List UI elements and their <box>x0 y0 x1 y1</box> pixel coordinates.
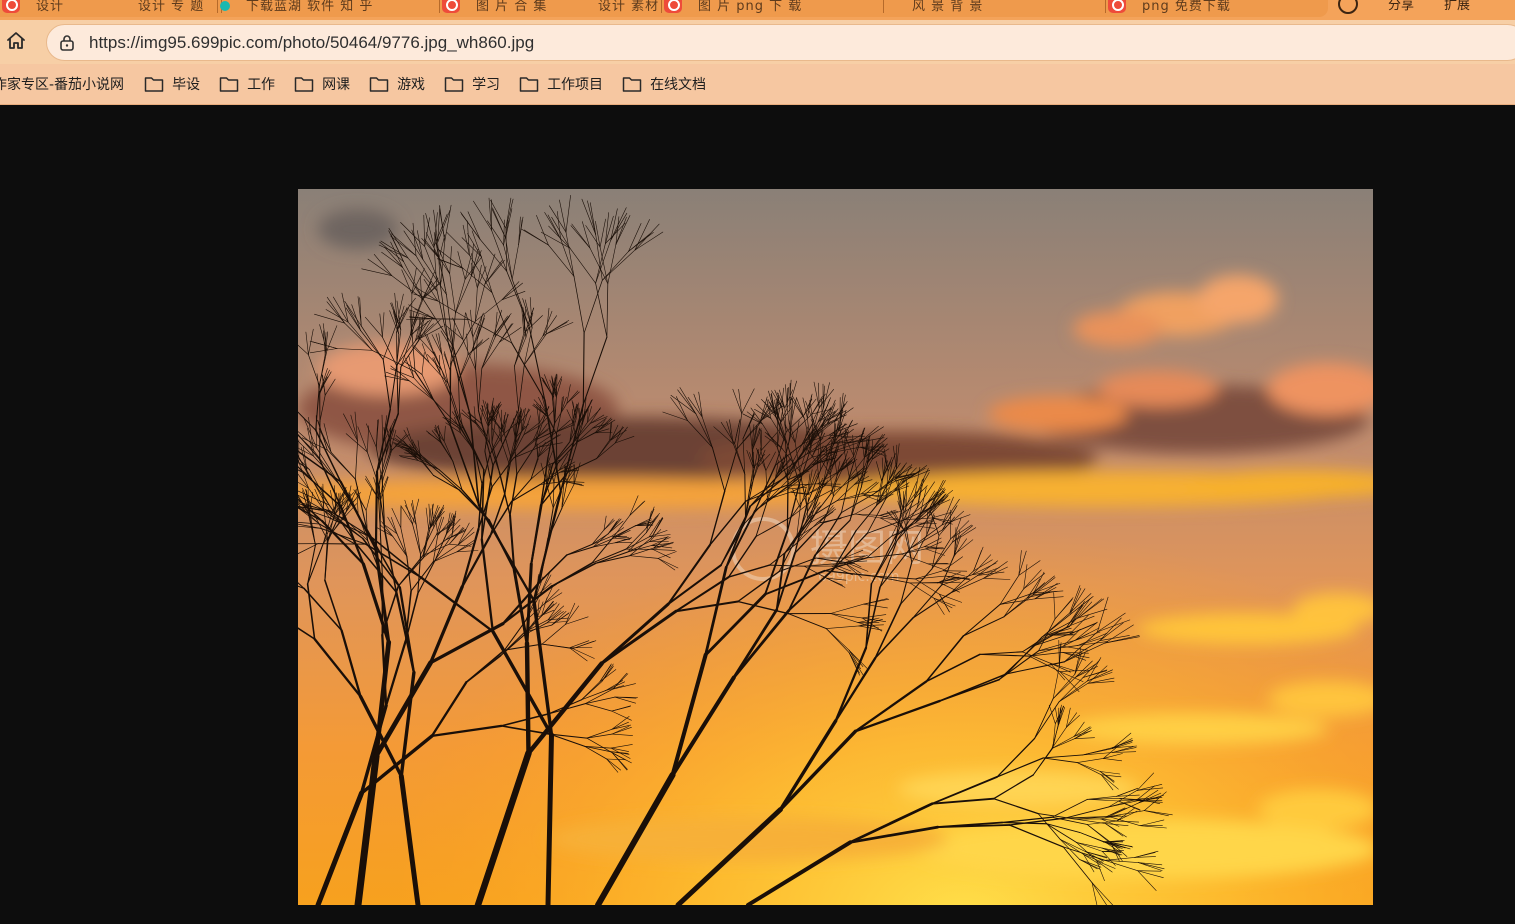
bookmark-label: 在线文档 <box>650 77 707 93</box>
address-url[interactable]: https://img95.699pic.com/photo/50464/977… <box>89 33 534 53</box>
extensions-button[interactable]: 扩展 <box>1444 0 1470 13</box>
bookmark-label: 学习 <box>472 77 501 93</box>
bookmark-label: 工作 <box>247 77 276 93</box>
site-info-lock-icon[interactable] <box>57 33 77 53</box>
tab-label: 设计 素材 <box>598 0 660 14</box>
bookmarks-bar: 作家专区-番茄小说网 毕设 工作 网课 游戏 学习 工作项目 在线文档 <box>0 64 1515 105</box>
globe-icon[interactable] <box>1338 0 1358 14</box>
browser-tab[interactable]: 图 片 png 下 载 <box>662 0 884 15</box>
browser-tab[interactable]: 设计 专 题 <box>110 0 218 15</box>
bookmark-label: 游戏 <box>397 77 426 93</box>
bookmark-folder[interactable]: 在线文档 <box>622 71 706 97</box>
browser-tab[interactable]: 设计 素材 <box>570 0 662 15</box>
share-button[interactable]: 分享 <box>1388 0 1414 13</box>
branch <box>545 732 554 905</box>
tab-label: 图 片 png 下 载 <box>698 0 803 14</box>
tab-favicon-icon <box>442 0 460 13</box>
folder-icon <box>622 77 642 92</box>
folder-icon <box>219 77 239 92</box>
bookmark-folder[interactable]: 毕设 <box>144 71 200 97</box>
home-icon[interactable] <box>4 29 28 53</box>
address-bar[interactable]: https://img95.699pic.com/photo/50464/977… <box>46 24 1515 61</box>
tab-label: 下载蓝湖 软件 知 乎 <box>246 0 374 14</box>
branch <box>317 543 367 545</box>
bookmark-label: 工作项目 <box>547 77 604 93</box>
tab-favicon-icon <box>664 0 682 13</box>
tab-favicon-icon <box>2 0 20 13</box>
bookmark-folder[interactable]: 工作 <box>219 71 275 97</box>
folder-icon <box>519 77 539 92</box>
bookmark-folder[interactable]: 游戏 <box>369 71 425 97</box>
tab-label: 设计 <box>36 0 65 14</box>
folder-icon <box>294 77 314 92</box>
folder-icon <box>369 77 389 92</box>
branch <box>449 362 452 426</box>
browser-tab[interactable]: 风 景 背 景 <box>884 0 1106 15</box>
tab-label: 图 片 合 集 <box>476 0 548 14</box>
bookmark-item[interactable]: 作家专区-番茄小说网 <box>0 71 124 97</box>
bookmark-label: 毕设 <box>172 77 201 93</box>
image-viewer: 摄图网 699pic.com <box>0 106 1515 924</box>
browser-tab[interactable]: 下载蓝湖 软件 知 乎 <box>218 0 440 15</box>
branch <box>374 470 379 551</box>
folder-icon <box>144 77 164 92</box>
branch <box>524 641 531 756</box>
folder-icon <box>444 77 464 92</box>
branch <box>786 480 789 532</box>
bookmark-label: 网课 <box>322 77 351 93</box>
tab-label: png 免费下载 <box>1142 0 1231 14</box>
tab-label: 设计 专 题 <box>138 0 205 14</box>
bookmark-folder[interactable]: 学习 <box>444 71 500 97</box>
branch <box>381 443 384 483</box>
browser-tab[interactable]: png 免费下载 <box>1106 0 1328 15</box>
bookmark-folder[interactable]: 网课 <box>294 71 350 97</box>
sunset-photo[interactable]: 摄图网 699pic.com <box>298 189 1373 905</box>
bookmark-label: 作家专区-番茄小说网 <box>0 77 125 93</box>
tab-favicon-icon <box>1108 0 1126 13</box>
tab-strip: 设计 设计 专 题 下载蓝湖 软件 知 乎 图 片 合 集 设计 素材 图 片 … <box>0 0 1515 20</box>
browser-tab[interactable]: 图 片 合 集 <box>440 0 570 15</box>
tab-label: 风 景 背 景 <box>912 0 984 14</box>
photo-canvas: 摄图网 699pic.com <box>298 189 1373 905</box>
bookmark-folder[interactable]: 工作项目 <box>519 71 603 97</box>
tabstrip-actions: 分享 扩展 <box>1338 0 1470 14</box>
navigation-bar: https://img95.699pic.com/photo/50464/977… <box>0 20 1515 64</box>
tab-favicon-icon <box>220 1 230 11</box>
